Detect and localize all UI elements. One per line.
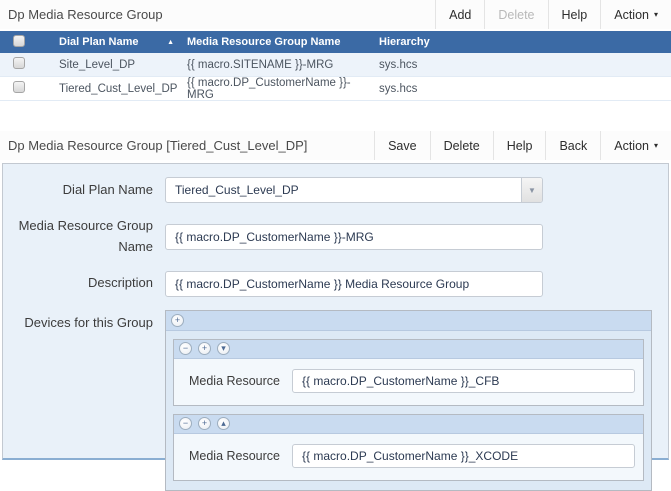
device-item: − + ▴ Media Resource — [173, 413, 644, 481]
select-all-checkbox[interactable] — [13, 34, 25, 47]
caret-down-icon: ▾ — [653, 141, 658, 150]
description-input[interactable] — [165, 270, 543, 297]
table-row[interactable]: Site_Level_DP {{ macro.SITENAME }}-MRG s… — [0, 53, 671, 77]
detail-form: Dial Plan Name Tiered_Cust_Level_DP ▼ Me… — [2, 163, 669, 491]
list-panel: Dp Media Resource Group Add Delete Help … — [0, 0, 671, 101]
devices-group-toolbar: + — [166, 310, 651, 331]
select-all-cell — [0, 34, 55, 50]
save-button[interactable]: Save — [374, 131, 430, 160]
devices-group: + − + ▾ Media Resource {{macro.DP_Custo… — [165, 309, 652, 491]
device-item-body: Media Resource — [174, 434, 643, 480]
form-row-dial-plan-name: Dial Plan Name Tiered_Cust_Level_DP ▼ — [3, 177, 668, 203]
devices-items: − + ▾ Media Resource − + ▴ — [166, 331, 651, 490]
device-item: − + ▾ Media Resource — [173, 338, 644, 406]
row-checkbox[interactable] — [13, 57, 25, 69]
list-panel-header: Dp Media Resource Group Add Delete Help … — [0, 0, 671, 29]
form-row-devices: Devices for this Group + − + ▾ Media Res… — [3, 309, 668, 491]
add-item-button[interactable]: + — [198, 417, 211, 431]
remove-item-button[interactable]: − — [179, 342, 192, 356]
mrg-name-input[interactable] — [165, 223, 543, 250]
dial-plan-name-select[interactable]: Tiered_Cust_Level_DP ▼ — [165, 177, 543, 203]
mrg-name-label: Media Resource Group Name — [18, 218, 153, 254]
caret-down-icon: ▾ — [653, 10, 658, 19]
caret-down-icon: ▼ — [528, 185, 536, 195]
table-header-row: Dial Plan Name ▲ Media Resource Group Na… — [0, 31, 671, 53]
action-menu-button[interactable]: Action ▾ — [600, 131, 671, 160]
table-row[interactable]: Tiered_Cust_Level_DP {{ macro.DP_Custome… — [0, 77, 671, 101]
cell-hierarchy: sys.hcs — [379, 58, 418, 71]
row-check-cell — [0, 57, 55, 72]
help-button[interactable]: Help — [492, 131, 546, 160]
media-resource-input[interactable] — [292, 443, 635, 468]
action-menu-label: Action — [614, 7, 649, 22]
records-table: Dial Plan Name ▲ Media Resource Group Na… — [0, 31, 671, 101]
add-item-button[interactable]: + — [171, 313, 184, 327]
add-button[interactable]: Add — [435, 0, 484, 29]
move-down-button[interactable]: ▾ — [217, 342, 230, 356]
cell-dial-plan-name[interactable]: Tiered_Cust_Level_DP — [55, 83, 183, 95]
cell-mrg-name: {{ macro.DP_CustomerName }}-MRG — [187, 76, 351, 101]
list-toolbar: Add Delete Help Action ▾ — [435, 0, 671, 29]
media-resource-input[interactable] — [292, 368, 635, 393]
cell-mrg-name: {{ macro.SITENAME }}-MRG — [187, 58, 334, 71]
sort-ascending-icon: ▲ — [167, 38, 174, 46]
form-row-mrg-name: Media Resource Group Name — [3, 216, 668, 258]
detail-panel: Dp Media Resource Group [Tiered_Cust_Lev… — [0, 131, 671, 491]
delete-button[interactable]: Delete — [484, 0, 547, 29]
dropdown-button[interactable]: ▼ — [521, 178, 542, 202]
dial-plan-name-label: Dial Plan Name — [62, 181, 153, 197]
delete-button[interactable]: Delete — [429, 131, 493, 160]
column-header-mrg-name[interactable]: Media Resource Group Name — [183, 36, 375, 48]
form-row-description: Description — [3, 270, 668, 297]
dial-plan-name-value: Tiered_Cust_Level_DP — [175, 183, 299, 197]
row-check-cell — [0, 81, 55, 96]
column-header-hierarchy[interactable]: Hierarchy — [375, 36, 671, 48]
row-checkbox[interactable] — [13, 81, 25, 93]
remove-item-button[interactable]: − — [179, 417, 192, 431]
back-button[interactable]: Back — [545, 131, 600, 160]
cell-dial-plan-name[interactable]: Site_Level_DP — [55, 59, 183, 71]
media-resource-label: Media Resource — [188, 373, 280, 388]
help-button[interactable]: Help — [547, 0, 601, 29]
detail-panel-header: Dp Media Resource Group [Tiered_Cust_Lev… — [0, 131, 671, 160]
move-up-button[interactable]: ▴ — [217, 417, 230, 431]
media-resource-label: Media Resource — [188, 448, 280, 463]
column-header-label: Dial Plan Name — [59, 36, 139, 48]
cell-hierarchy: sys.hcs — [379, 82, 418, 95]
action-menu-label: Action — [614, 138, 649, 153]
description-label: Description — [87, 275, 153, 291]
detail-toolbar: Save Delete Help Back Action ▾ — [374, 131, 671, 160]
device-item-toolbar: − + ▾ — [174, 339, 643, 359]
list-panel-title: Dp Media Resource Group — [8, 7, 163, 22]
detail-panel-title: Dp Media Resource Group [Tiered_Cust_Lev… — [8, 138, 308, 153]
devices-group-label: Devices for this Group — [24, 314, 153, 330]
add-item-button[interactable]: + — [198, 342, 211, 356]
device-item-toolbar: − + ▴ — [174, 414, 643, 434]
column-header-dial-plan-name[interactable]: Dial Plan Name ▲ — [55, 36, 183, 48]
device-item-body: Media Resource — [174, 359, 643, 405]
action-menu-button[interactable]: Action ▾ — [600, 0, 671, 29]
